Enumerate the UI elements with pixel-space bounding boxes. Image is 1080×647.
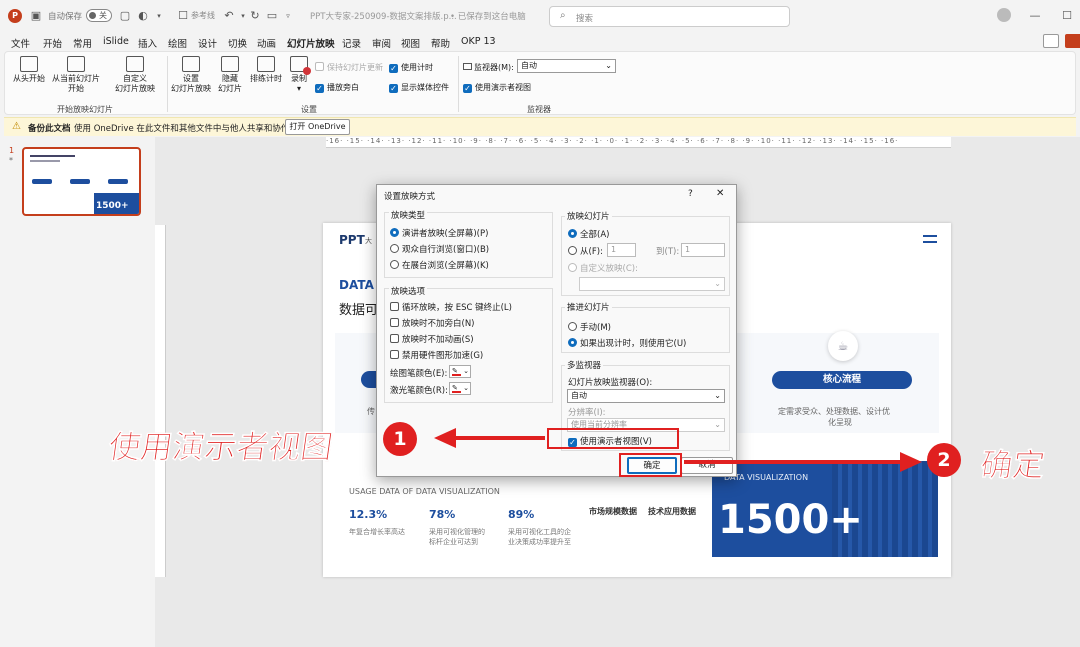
- arrow-1-head: [434, 428, 456, 448]
- arrow-2-head: [900, 452, 922, 472]
- annotation-arrows: [434, 428, 922, 472]
